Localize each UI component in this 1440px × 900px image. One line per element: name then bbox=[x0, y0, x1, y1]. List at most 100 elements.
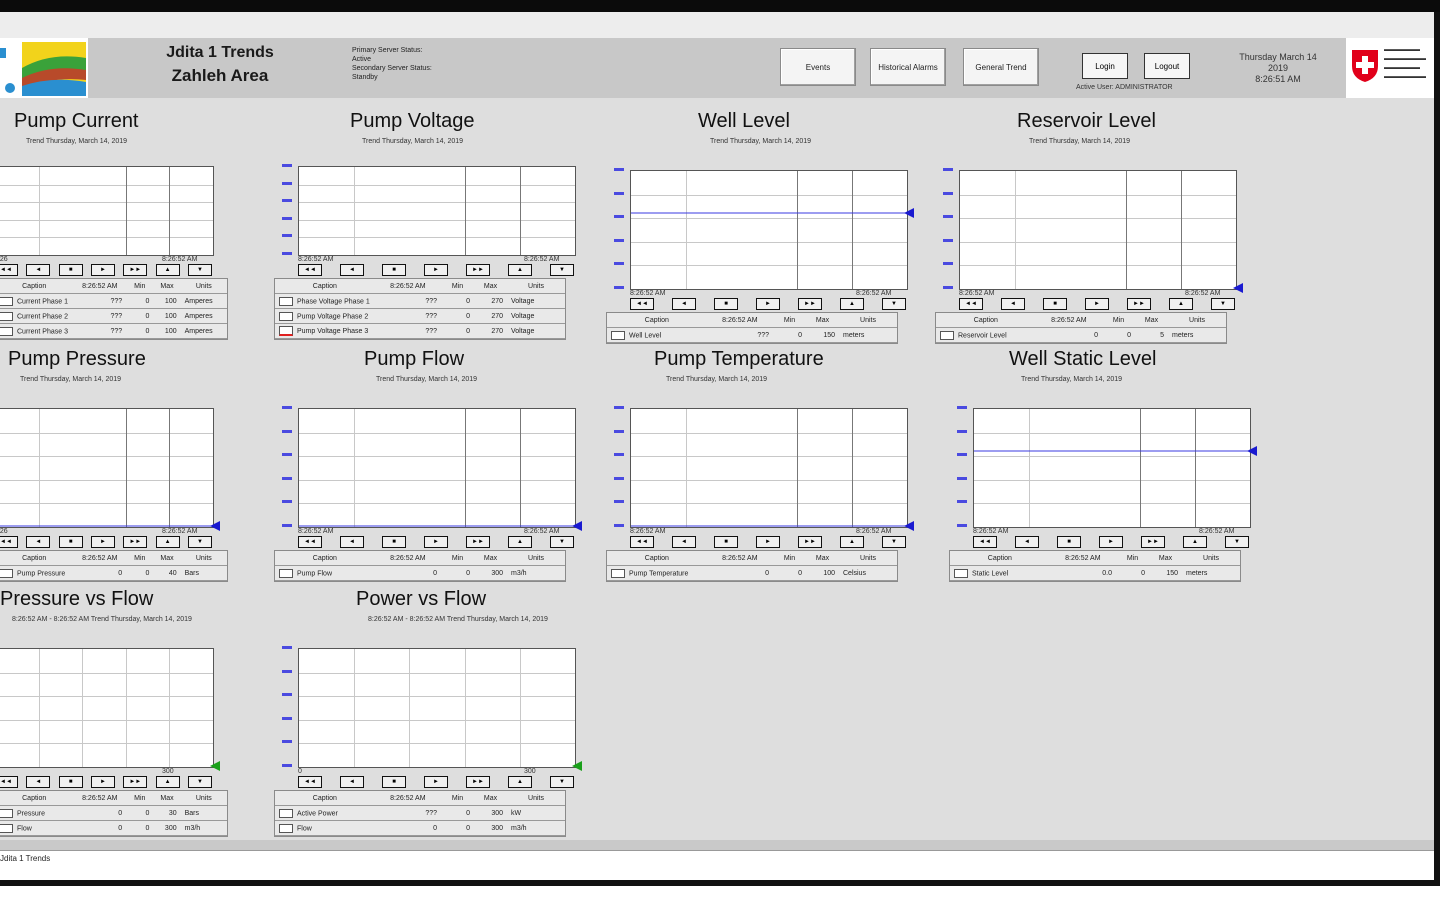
legend-swatch[interactable] bbox=[279, 296, 293, 306]
trend-nav-button[interactable]: ◄◄ bbox=[973, 536, 997, 548]
table-row[interactable]: Pump Voltage Phase 2??? 0 270 Voltage bbox=[275, 309, 565, 324]
legend-swatch[interactable] bbox=[279, 311, 293, 321]
trend-nav-button[interactable]: ◄◄ bbox=[298, 536, 322, 548]
table-row[interactable]: Flow 0 0 300 m3/h bbox=[275, 821, 565, 836]
trend-nav-button[interactable]: ■ bbox=[714, 298, 738, 310]
historical-alarms-button[interactable]: Historical Alarms bbox=[870, 48, 946, 86]
trend-nav-button[interactable]: ▲ bbox=[508, 264, 532, 276]
logout-button[interactable]: Logout bbox=[1144, 53, 1190, 79]
trend-nav-button[interactable]: ◄ bbox=[1001, 298, 1025, 310]
trend-nav-button[interactable]: ◄ bbox=[672, 536, 696, 548]
table-row[interactable]: Current Phase 2??? 0 100 Amperes bbox=[0, 309, 227, 324]
table-row[interactable]: Flow 0 0 300 m3/h bbox=[0, 821, 227, 836]
trend-nav-button[interactable]: ►► bbox=[1141, 536, 1165, 548]
trend-nav-button[interactable]: ■ bbox=[58, 776, 83, 788]
table-row[interactable]: Pump Temperature 0 0 100 Celsius bbox=[607, 566, 897, 581]
trend-nav-button[interactable]: ►► bbox=[798, 536, 822, 548]
trend-plot[interactable] bbox=[298, 408, 576, 528]
legend-swatch[interactable] bbox=[954, 568, 968, 578]
trend-nav-button[interactable]: ■ bbox=[1043, 298, 1067, 310]
legend-swatch[interactable] bbox=[940, 330, 954, 340]
trend-plot[interactable] bbox=[298, 166, 576, 256]
trend-nav-button[interactable]: ▲ bbox=[155, 536, 180, 548]
legend-swatch[interactable] bbox=[0, 326, 13, 336]
trend-nav-button[interactable]: ■ bbox=[1057, 536, 1081, 548]
trend-nav-button[interactable]: ▼ bbox=[1225, 536, 1249, 548]
general-trend-button[interactable]: General Trend bbox=[963, 48, 1039, 86]
trend-nav-button[interactable]: ► bbox=[1099, 536, 1123, 548]
legend-swatch[interactable] bbox=[279, 823, 293, 833]
trend-nav-button[interactable]: ►► bbox=[798, 298, 822, 310]
legend-swatch[interactable] bbox=[0, 296, 13, 306]
trend-nav-button[interactable]: ► bbox=[424, 264, 448, 276]
trend-nav-button[interactable]: ■ bbox=[714, 536, 738, 548]
trend-nav-button[interactable]: ◄◄ bbox=[0, 264, 18, 276]
trend-nav-button[interactable]: ◄ bbox=[672, 298, 696, 310]
trend-nav-button[interactable]: ► bbox=[424, 776, 448, 788]
trend-plot[interactable] bbox=[630, 408, 908, 528]
trend-nav-button[interactable]: ◄◄ bbox=[298, 264, 322, 276]
trend-nav-button[interactable]: ◄◄ bbox=[298, 776, 322, 788]
trend-nav-button[interactable]: ▲ bbox=[1169, 298, 1193, 310]
trend-nav-button[interactable]: ►► bbox=[466, 264, 490, 276]
trend-nav-button[interactable]: ■ bbox=[382, 776, 406, 788]
table-row[interactable]: Pressure 0 0 30 Bars bbox=[0, 806, 227, 821]
trend-nav-button[interactable]: ▲ bbox=[1183, 536, 1207, 548]
table-row[interactable]: Active Power??? 0 300 kW bbox=[275, 806, 565, 821]
trend-nav-button[interactable]: ▼ bbox=[550, 264, 574, 276]
trend-nav-button[interactable]: ►► bbox=[466, 776, 490, 788]
trend-plot[interactable] bbox=[973, 408, 1251, 528]
trend-nav-button[interactable]: ◄ bbox=[26, 536, 51, 548]
trend-nav-button[interactable]: ◄ bbox=[340, 776, 364, 788]
trend-nav-button[interactable]: ▲ bbox=[155, 264, 180, 276]
trend-nav-button[interactable]: ◄ bbox=[26, 264, 51, 276]
trend-nav-button[interactable]: ▼ bbox=[550, 536, 574, 548]
trend-nav-button[interactable]: ▲ bbox=[840, 298, 864, 310]
trend-plot[interactable] bbox=[959, 170, 1237, 290]
trend-nav-button[interactable]: ◄◄ bbox=[630, 536, 654, 548]
login-button[interactable]: Login bbox=[1082, 53, 1128, 79]
trend-nav-button[interactable]: ◄◄ bbox=[959, 298, 983, 310]
trend-nav-button[interactable]: ▼ bbox=[187, 264, 212, 276]
trend-nav-button[interactable]: ◄ bbox=[26, 776, 51, 788]
trend-nav-button[interactable]: ▼ bbox=[187, 776, 212, 788]
trend-nav-button[interactable]: ◄ bbox=[340, 264, 364, 276]
table-row[interactable]: Static Level 0.0 0 150 meters bbox=[950, 566, 1240, 581]
trend-nav-button[interactable]: ▼ bbox=[882, 536, 906, 548]
legend-swatch[interactable] bbox=[0, 823, 13, 833]
trend-nav-button[interactable]: ◄◄ bbox=[0, 776, 18, 788]
trend-nav-button[interactable]: ▲ bbox=[508, 776, 532, 788]
legend-swatch[interactable] bbox=[279, 326, 293, 336]
legend-swatch[interactable] bbox=[0, 311, 13, 321]
trend-nav-button[interactable]: ▼ bbox=[550, 776, 574, 788]
trend-plot[interactable] bbox=[298, 648, 576, 768]
trend-nav-button[interactable]: ►► bbox=[466, 536, 490, 548]
trend-plot[interactable] bbox=[0, 648, 214, 768]
table-row[interactable]: Current Phase 1??? 0 100 Amperes bbox=[0, 294, 227, 309]
trend-nav-button[interactable]: ▼ bbox=[187, 536, 212, 548]
trend-nav-button[interactable]: ▲ bbox=[840, 536, 864, 548]
trend-nav-button[interactable]: ◄ bbox=[340, 536, 364, 548]
trend-nav-button[interactable]: ►► bbox=[1127, 298, 1151, 310]
trend-nav-button[interactable]: ◄ bbox=[1015, 536, 1039, 548]
trend-nav-button[interactable]: ► bbox=[90, 536, 115, 548]
table-row[interactable]: Phase Voltage Phase 1??? 0 270 Voltage bbox=[275, 294, 565, 309]
trend-nav-button[interactable]: ► bbox=[90, 264, 115, 276]
trend-nav-button[interactable]: ■ bbox=[58, 536, 83, 548]
trend-nav-button[interactable]: ►► bbox=[123, 264, 148, 276]
legend-swatch[interactable] bbox=[279, 808, 293, 818]
trend-nav-button[interactable]: ► bbox=[756, 298, 780, 310]
trend-nav-button[interactable]: ►► bbox=[123, 776, 148, 788]
trend-nav-button[interactable]: ▲ bbox=[508, 536, 532, 548]
legend-swatch[interactable] bbox=[0, 808, 13, 818]
trend-plot[interactable] bbox=[0, 408, 214, 528]
trend-nav-button[interactable]: ► bbox=[756, 536, 780, 548]
trend-nav-button[interactable]: ▼ bbox=[882, 298, 906, 310]
trend-nav-button[interactable]: ◄◄ bbox=[630, 298, 654, 310]
trend-plot[interactable] bbox=[630, 170, 908, 290]
trend-nav-button[interactable]: ■ bbox=[382, 264, 406, 276]
trend-nav-button[interactable]: ► bbox=[90, 776, 115, 788]
trend-nav-button[interactable]: ▼ bbox=[1211, 298, 1235, 310]
trend-nav-button[interactable]: ■ bbox=[58, 264, 83, 276]
trend-nav-button[interactable]: ►► bbox=[123, 536, 148, 548]
